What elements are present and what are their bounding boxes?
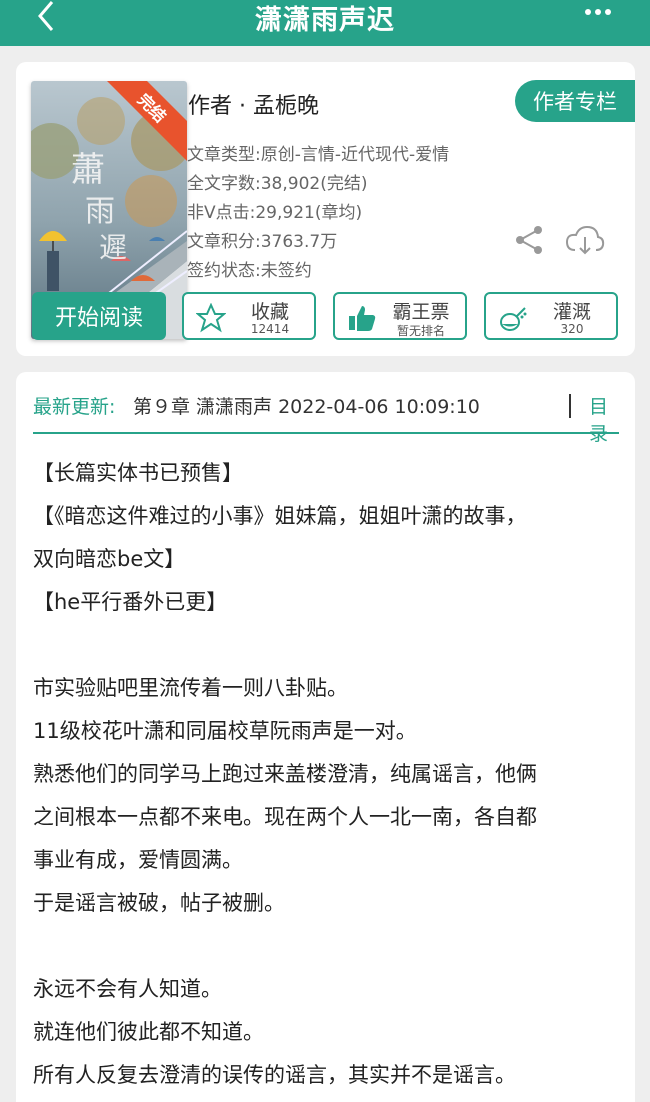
intro-line: 【长篇实体书已预售】 — [33, 461, 243, 485]
intro-line: 就连他们彼此都不知道。 — [33, 1020, 264, 1044]
author-column-button[interactable]: 作者专栏 — [515, 80, 635, 122]
cloud-download-icon[interactable] — [565, 224, 605, 256]
intro-line: 双向暗恋be文】 — [33, 547, 186, 571]
intro-line: 熟悉他们的同学马上跑过来盖楼澄清，纯属谣言，他俩 — [33, 762, 537, 786]
bawang-label: 霸王票 — [392, 301, 450, 323]
star-icon — [196, 303, 226, 333]
svg-text:遲: 遲 — [99, 231, 127, 264]
bawang-rank: 暂无排名 — [396, 324, 445, 338]
irrigate-button[interactable]: 灌溉 320 — [484, 292, 618, 340]
svg-text:蕭: 蕭 — [71, 150, 105, 190]
table-of-contents-link[interactable]: 目录 — [589, 392, 619, 446]
intro-line: 于是谣言被破，帖子被删。 — [33, 891, 285, 915]
latest-update-label: 最新更新: — [33, 396, 116, 418]
meta-word-count: 全文字数:38,902(完结) — [187, 174, 368, 194]
intro-line: 【《暗恋这件难过的小事》姐妹篇，姐姐叶潇的故事， — [33, 504, 527, 528]
intro-line: 11级校花叶潇和同届校草阮雨声是一对。 — [33, 719, 417, 743]
start-reading-button[interactable]: 开始阅读 — [32, 292, 166, 340]
intro-line: 之间根本一点都不来电。现在两个人一北一南，各自都 — [33, 805, 537, 829]
intro-line: 【he平行番外已更】 — [33, 590, 228, 614]
favorite-count: 12414 — [250, 322, 290, 336]
share-icon[interactable] — [514, 224, 546, 256]
book-meta: 文章类型:原创-言情-近代现代-爱情 全文字数:38,902(完结) 非Ⅴ点击:… — [187, 141, 449, 286]
meta-clicks: 非Ⅴ点击:29,921(章均) — [187, 203, 363, 223]
svg-text:雨: 雨 — [85, 194, 115, 229]
intro-blank-line — [33, 925, 623, 968]
intro-line: 事业有成，爱情圆满。 — [33, 848, 243, 872]
intro-line: 永远不会有人知道。 — [33, 977, 222, 1001]
intro-line: 所有人反复去澄清的误传的谣言，其实并不是谣言。 — [33, 1063, 516, 1087]
irrigate-label: 灌溉 — [552, 301, 591, 323]
favorite-label: 收藏 — [250, 301, 289, 323]
intro-blank-line — [33, 624, 623, 667]
book-info-card: 蕭 雨 遲 完结 作者 · 孟栀晚 作者专栏 文章类型:原创-言情-近代现代-爱… — [16, 62, 635, 356]
bawang-ticket-button[interactable]: 霸王票 暂无排名 — [333, 292, 467, 340]
divider — [569, 394, 571, 418]
irrigate-count: 320 — [560, 322, 584, 336]
intro-line: 市实验贴吧里流传着一则八卦贴。 — [33, 676, 348, 700]
latest-update-row[interactable]: 最新更新: 第９章 潇潇雨声 2022-04-06 10:09:10 目录 — [33, 388, 619, 445]
book-intro-text: 【长篇实体书已预售】 【《暗恋这件难过的小事》姐妹篇，姐姐叶潇的故事， 双向暗恋… — [33, 452, 623, 1097]
book-intro-card: 最新更新: 第９章 潇潇雨声 2022-04-06 10:09:10 目录 【长… — [16, 372, 635, 1102]
top-nav-bar: 潇潇雨声迟 — [0, 0, 650, 46]
chevron-left-icon[interactable] — [30, 0, 66, 36]
meta-score: 文章积分:3763.7万 — [187, 232, 338, 252]
latest-chapter-link[interactable]: 第９章 潇潇雨声 2022-04-06 10:09:10 — [133, 392, 480, 419]
favorite-button[interactable]: 收藏 12414 — [182, 292, 316, 340]
watering-can-icon — [500, 307, 527, 331]
author-name[interactable]: 作者 · 孟栀晚 — [188, 88, 319, 120]
meta-type: 文章类型:原创-言情-近代现代-爱情 — [187, 145, 450, 165]
thumbs-up-icon — [349, 306, 376, 331]
page-title: 潇潇雨声迟 — [255, 4, 395, 36]
more-horizontal-icon[interactable] — [584, 0, 612, 26]
meta-sign-status: 签约状态:未签约 — [187, 261, 312, 281]
